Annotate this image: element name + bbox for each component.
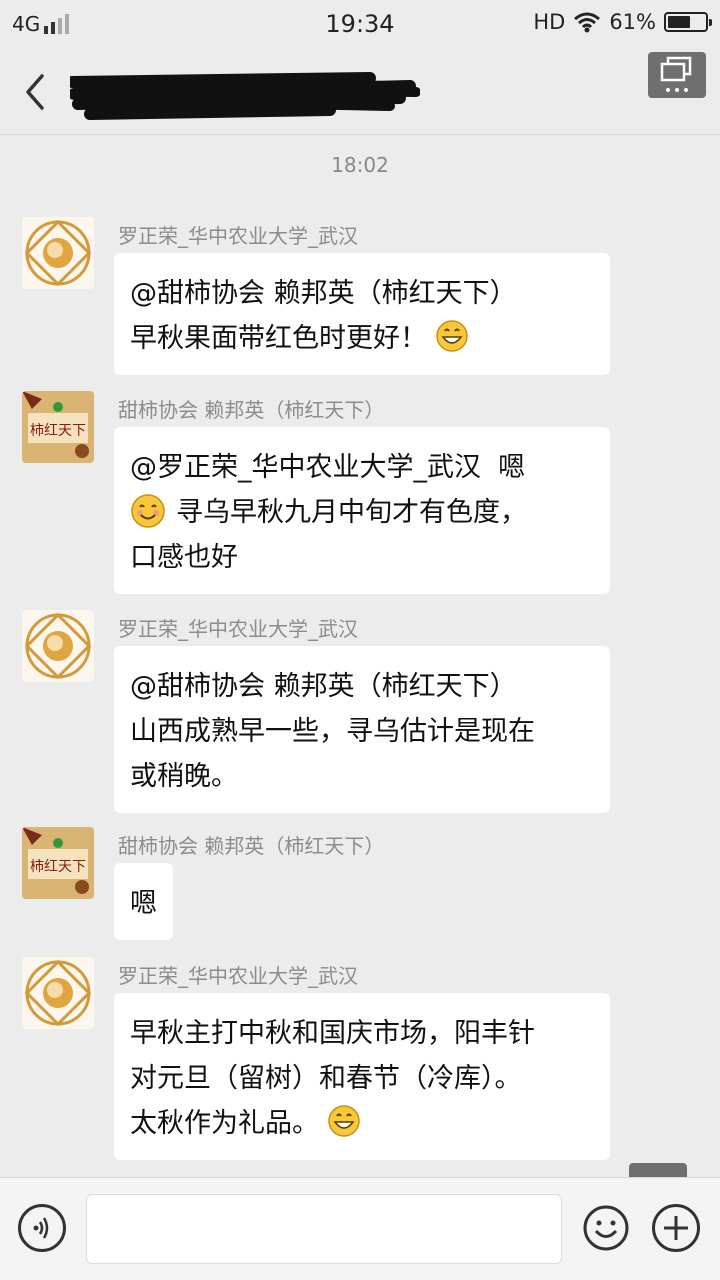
battery-percent: 61% — [609, 10, 656, 34]
back-arrow-icon[interactable] — [16, 70, 56, 114]
more-options-button[interactable] — [652, 1204, 700, 1252]
sender-name: 罗正荣_华中农业大学_武汉 — [118, 964, 358, 988]
grin-emoji-icon — [436, 320, 468, 352]
sender-name: 罗正荣_华中农业大学_武汉 — [118, 617, 358, 641]
grin-emoji-icon — [328, 1105, 360, 1137]
voice-button[interactable] — [18, 1204, 66, 1252]
brand-logo-text: 柿红天下 — [30, 858, 86, 875]
input-bar — [0, 1177, 720, 1280]
chat-info-button[interactable] — [648, 52, 706, 98]
hd-label: HD — [533, 10, 566, 34]
message-bubble[interactable]: @甜柿协会 赖邦英（柿红天下） 早秋果面带红色时更好！ — [114, 253, 610, 375]
status-right: HD 61% — [533, 10, 712, 34]
message-input[interactable] — [86, 1194, 562, 1264]
message-timestamp: 18:02 — [331, 153, 389, 177]
seal-icon — [22, 217, 94, 289]
message-text: 寻乌早秋九月中旬才有色度， 口感也好 — [130, 497, 527, 573]
message-text: @甜柿协会 赖邦英（柿红天下） 山西成熟早一些，寻乌估计是现在 或稍晚。 — [130, 671, 535, 792]
persimmon-brand-avatar[interactable]: 柿红天下 — [22, 391, 94, 463]
persimmon-brand-avatar[interactable]: 柿红天下 — [22, 827, 94, 899]
voice-icon — [33, 1217, 49, 1239]
sender-name: 甜柿协会 赖邦英（柿红天下） — [118, 834, 385, 858]
message-text: 嗯 — [130, 888, 157, 919]
message-list[interactable]: 18:02 罗正荣_华中农业大学_武汉 @甜柿协会 赖邦英（柿红天下） 早秋果面… — [0, 135, 720, 1178]
university-seal-avatar[interactable] — [22, 217, 94, 289]
chat-header — [0, 50, 720, 135]
seal-icon — [22, 957, 94, 1029]
plus-icon — [664, 1216, 688, 1240]
windows-icon — [660, 56, 692, 92]
chat-title-redacted — [70, 72, 420, 120]
message-bubble[interactable]: 嗯 — [114, 863, 173, 940]
emoji-button-icon[interactable] — [582, 1204, 630, 1252]
message-bubble[interactable]: @罗正荣_华中农业大学_武汉 嗯 寻乌早秋九月中旬才有色度， 口感也好 — [114, 427, 610, 594]
message-bubble[interactable]: 早秋主打中秋和国庆市场，阳丰针 对元旦（留树）和春节（冷库）。 太秋作为礼品。 — [114, 993, 610, 1160]
battery-icon — [664, 12, 712, 32]
university-seal-avatar[interactable] — [22, 957, 94, 1029]
wifi-icon — [574, 12, 601, 33]
university-seal-avatar[interactable] — [22, 610, 94, 682]
seal-icon — [22, 610, 94, 682]
battery-level — [668, 16, 690, 28]
brand-logo-text: 柿红天下 — [30, 422, 86, 439]
brand-logo-icon: 柿红天下 — [22, 391, 94, 463]
status-bar: 4G 19:34 HD 61% — [0, 0, 720, 50]
message-mention: @罗正荣_华中农业大学_武汉 嗯 — [130, 452, 526, 483]
sender-name: 甜柿协会 赖邦英（柿红天下） — [118, 398, 385, 422]
sender-name: 罗正荣_华中农业大学_武汉 — [118, 224, 358, 248]
message-bubble[interactable]: @甜柿协会 赖邦英（柿红天下） 山西成熟早一些，寻乌估计是现在 或稍晚。 — [114, 646, 610, 813]
smile-emoji-icon — [131, 494, 165, 528]
brand-logo-icon: 柿红天下 — [22, 827, 94, 899]
